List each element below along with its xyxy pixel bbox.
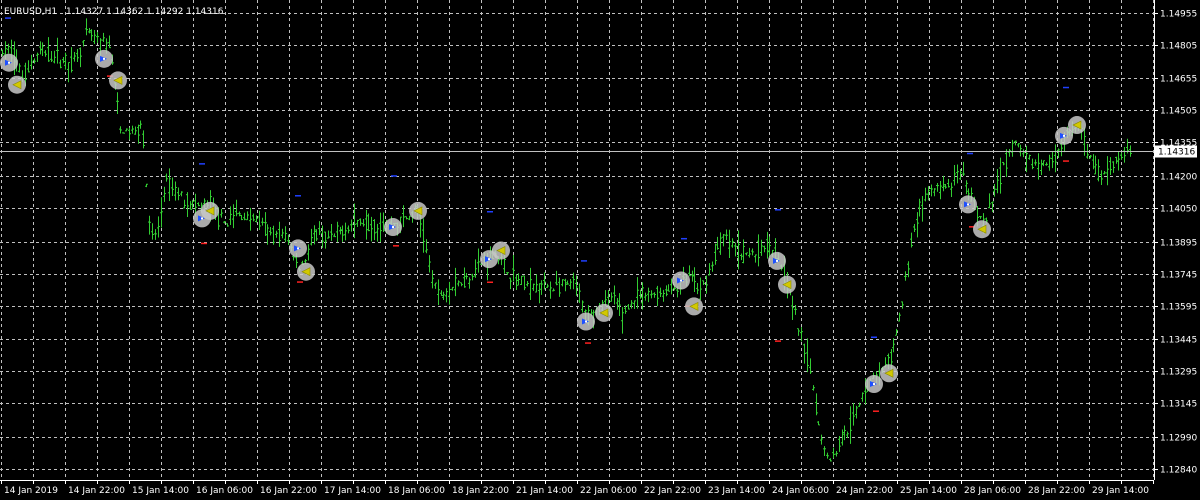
y-tick-label: 1.14200 <box>1160 173 1197 183</box>
x-tick-label: 18 Jan 22:00 <box>452 486 509 496</box>
buy-dot-icon <box>201 217 203 220</box>
x-tick-label: 24 Jan 22:00 <box>836 486 893 496</box>
current-price-label: 1.14316 <box>1158 148 1195 158</box>
buy-dot-icon <box>776 259 778 262</box>
buy-marker[interactable] <box>672 271 690 290</box>
buy-dot-icon <box>1063 134 1065 137</box>
buy-marker[interactable] <box>577 312 595 331</box>
x-tick-label: 17 Jan 14:00 <box>324 486 381 496</box>
buy-marker[interactable] <box>768 251 786 270</box>
y-tick-label: 1.12990 <box>1160 434 1197 444</box>
ohlc-label: 1.14327 1.14362 1.14292 1.14316 <box>66 7 224 17</box>
buy-marker[interactable] <box>289 239 307 258</box>
y-tick-label: 1.14655 <box>1160 75 1197 85</box>
y-tick-label: 1.14505 <box>1160 107 1197 117</box>
close-marker[interactable] <box>778 275 796 294</box>
x-tick-label: 18 Jan 06:00 <box>388 486 445 496</box>
buy-marker[interactable] <box>95 49 113 68</box>
buy-marker[interactable] <box>384 218 402 237</box>
buy-dot-icon <box>297 247 299 250</box>
close-marker[interactable] <box>492 241 510 260</box>
x-tick-label: 15 Jan 14:00 <box>132 486 189 496</box>
x-tick-label: 22 Jan 06:00 <box>580 486 637 496</box>
buy-dot-icon <box>392 226 394 229</box>
buy-dot-icon <box>585 320 587 323</box>
y-tick-label: 1.13595 <box>1160 303 1197 313</box>
buy-dot-icon <box>488 258 490 261</box>
x-tick-label: 14 Jan 2019 <box>4 486 58 496</box>
close-marker[interactable] <box>973 220 991 239</box>
close-marker[interactable] <box>595 303 613 322</box>
price-axis-labels: 1.149551.148051.146551.145051.143551.142… <box>1154 10 1197 476</box>
close-marker[interactable] <box>297 262 315 281</box>
chart-title: EURUSD,H1 1.14327 1.14362 1.14292 1.1431… <box>4 7 224 17</box>
close-marker[interactable] <box>409 201 427 220</box>
y-tick-label: 1.12840 <box>1160 466 1197 476</box>
close-marker[interactable] <box>685 297 703 316</box>
x-tick-label: 14 Jan 22:00 <box>68 486 125 496</box>
x-tick-label: 24 Jan 06:00 <box>772 486 829 496</box>
y-tick-label: 1.14955 <box>1160 10 1197 20</box>
close-marker[interactable] <box>880 364 898 383</box>
chart-background <box>0 0 1200 500</box>
y-tick-label: 1.13145 <box>1160 400 1197 410</box>
x-tick-label: 28 Jan 06:00 <box>964 486 1021 496</box>
x-tick-label: 29 Jan 14:00 <box>1092 486 1149 496</box>
symbol-label: EURUSD,H1 <box>4 7 57 17</box>
y-tick-label: 1.13295 <box>1160 368 1197 378</box>
x-tick-label: 21 Jan 14:00 <box>516 486 573 496</box>
buy-marker[interactable] <box>865 375 883 394</box>
x-tick-label: 25 Jan 14:00 <box>900 486 957 496</box>
y-tick-label: 1.13745 <box>1160 271 1197 281</box>
x-tick-label: 16 Jan 22:00 <box>260 486 317 496</box>
close-marker[interactable] <box>1068 116 1086 135</box>
y-tick-label: 1.13895 <box>1160 239 1197 249</box>
close-marker[interactable] <box>201 201 219 220</box>
buy-dot-icon <box>8 61 10 64</box>
buy-dot-icon <box>680 279 682 282</box>
y-tick-label: 1.14805 <box>1160 42 1197 52</box>
buy-marker[interactable] <box>0 53 18 72</box>
buy-dot-icon <box>967 203 969 206</box>
x-tick-label: 28 Jan 22:00 <box>1028 486 1085 496</box>
y-tick-label: 1.13445 <box>1160 336 1197 346</box>
x-tick-label: 16 Jan 06:00 <box>196 486 253 496</box>
x-tick-label: 22 Jan 22:00 <box>644 486 701 496</box>
price-chart[interactable]: 1.149551.148051.146551.145051.143551.142… <box>0 0 1200 500</box>
buy-marker[interactable] <box>959 195 977 214</box>
y-tick-label: 1.14050 <box>1160 205 1197 215</box>
current-price-tag: 1.14316 <box>1155 145 1197 158</box>
x-tick-label: 23 Jan 14:00 <box>708 486 765 496</box>
close-marker[interactable] <box>109 71 127 90</box>
buy-dot-icon <box>103 57 105 60</box>
close-marker[interactable] <box>8 75 26 94</box>
buy-dot-icon <box>873 383 875 386</box>
